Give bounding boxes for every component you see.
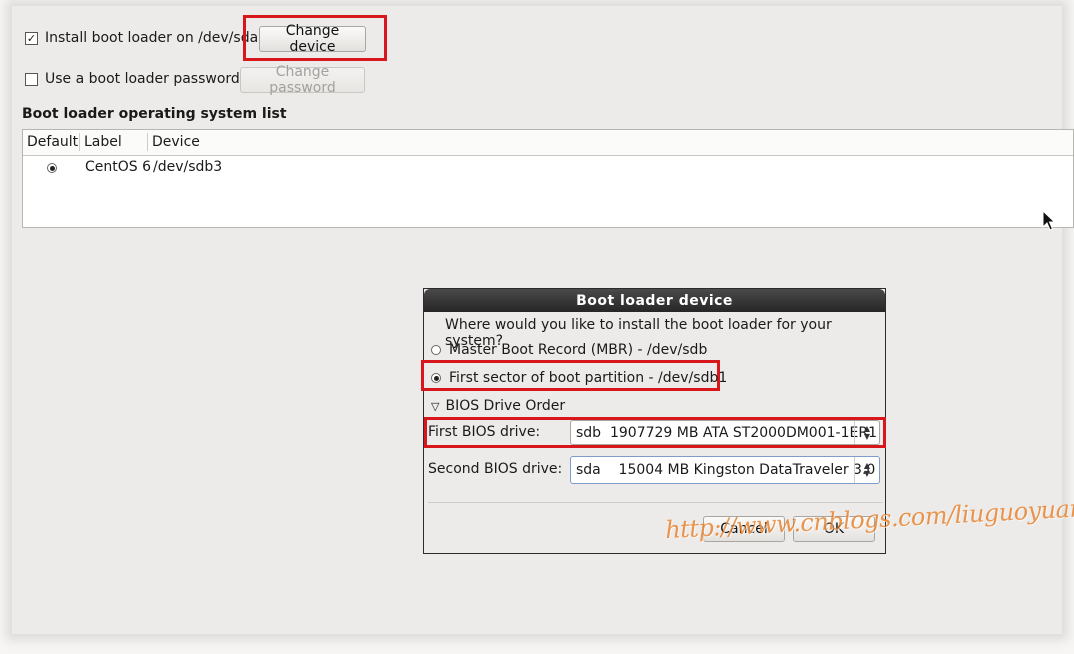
bootloader-password-label: Use a boot loader password xyxy=(45,71,240,87)
table-row[interactable]: CentOS 6 /dev/sdb3 xyxy=(23,156,1073,180)
expander-triangle-icon: ▽ xyxy=(431,399,440,413)
second-bios-select[interactable]: sda 15004 MB Kingston DataTraveler 3.0 ▲… xyxy=(570,456,880,484)
boot-partition-radio[interactable] xyxy=(431,373,441,383)
column-device[interactable]: Device xyxy=(152,134,200,150)
mouse-cursor-icon xyxy=(1042,210,1056,231)
mbr-option[interactable]: Master Boot Record (MBR) - /dev/sdb xyxy=(431,342,707,358)
change-device-button[interactable]: Change device xyxy=(259,23,366,55)
dialog-separator xyxy=(428,502,883,503)
os-list-title: Boot loader operating system list xyxy=(22,106,287,122)
column-label[interactable]: Label xyxy=(84,134,122,150)
install-bootloader-label: Install boot loader on /dev/sda xyxy=(45,30,259,46)
mbr-option-label: Master Boot Record (MBR) - /dev/sdb xyxy=(449,342,708,358)
first-bios-select[interactable]: sdb 1907729 MB ATA ST2000DM001-1ER1 ▲ ▼ xyxy=(570,420,880,445)
column-default[interactable]: Default xyxy=(27,134,78,150)
os-device-cell: /dev/sdb3 xyxy=(153,159,223,175)
os-list-header: Default Label Device xyxy=(23,130,1073,156)
install-bootloader-row[interactable]: ✓ Install boot loader on /dev/sda xyxy=(25,30,258,46)
install-bootloader-checkbox[interactable]: ✓ xyxy=(25,31,38,45)
dialog-title: Boot loader device xyxy=(424,289,885,312)
os-label-cell: CentOS 6 xyxy=(85,159,152,175)
os-list-table[interactable]: Default Label Device CentOS 6 /dev/sdb3 xyxy=(22,129,1074,228)
bootloader-password-row[interactable]: Use a boot loader password xyxy=(25,71,240,87)
boot-partition-option-label: First sector of boot partition - /dev/sd… xyxy=(449,370,728,386)
second-bios-label: Second BIOS drive: xyxy=(428,461,563,477)
first-bios-label: First BIOS drive: xyxy=(428,424,541,440)
bios-order-label: BIOS Drive Order xyxy=(445,398,566,414)
default-os-radio[interactable] xyxy=(47,163,57,173)
spinner-arrows-icon: ▲ ▼ xyxy=(854,457,879,483)
second-bios-value: sda 15004 MB Kingston DataTraveler 3.0 xyxy=(576,462,876,478)
boot-partition-option[interactable]: First sector of boot partition - /dev/sd… xyxy=(431,370,727,386)
first-bios-value: sdb 1907729 MB ATA ST2000DM001-1ER1 xyxy=(576,424,877,441)
mbr-radio[interactable] xyxy=(431,345,441,355)
spinner-arrows-icon: ▲ ▼ xyxy=(854,421,879,444)
change-password-button: Change password xyxy=(240,64,365,96)
bios-order-expander[interactable]: ▽ BIOS Drive Order xyxy=(431,398,565,414)
bootloader-password-checkbox[interactable] xyxy=(25,72,38,86)
